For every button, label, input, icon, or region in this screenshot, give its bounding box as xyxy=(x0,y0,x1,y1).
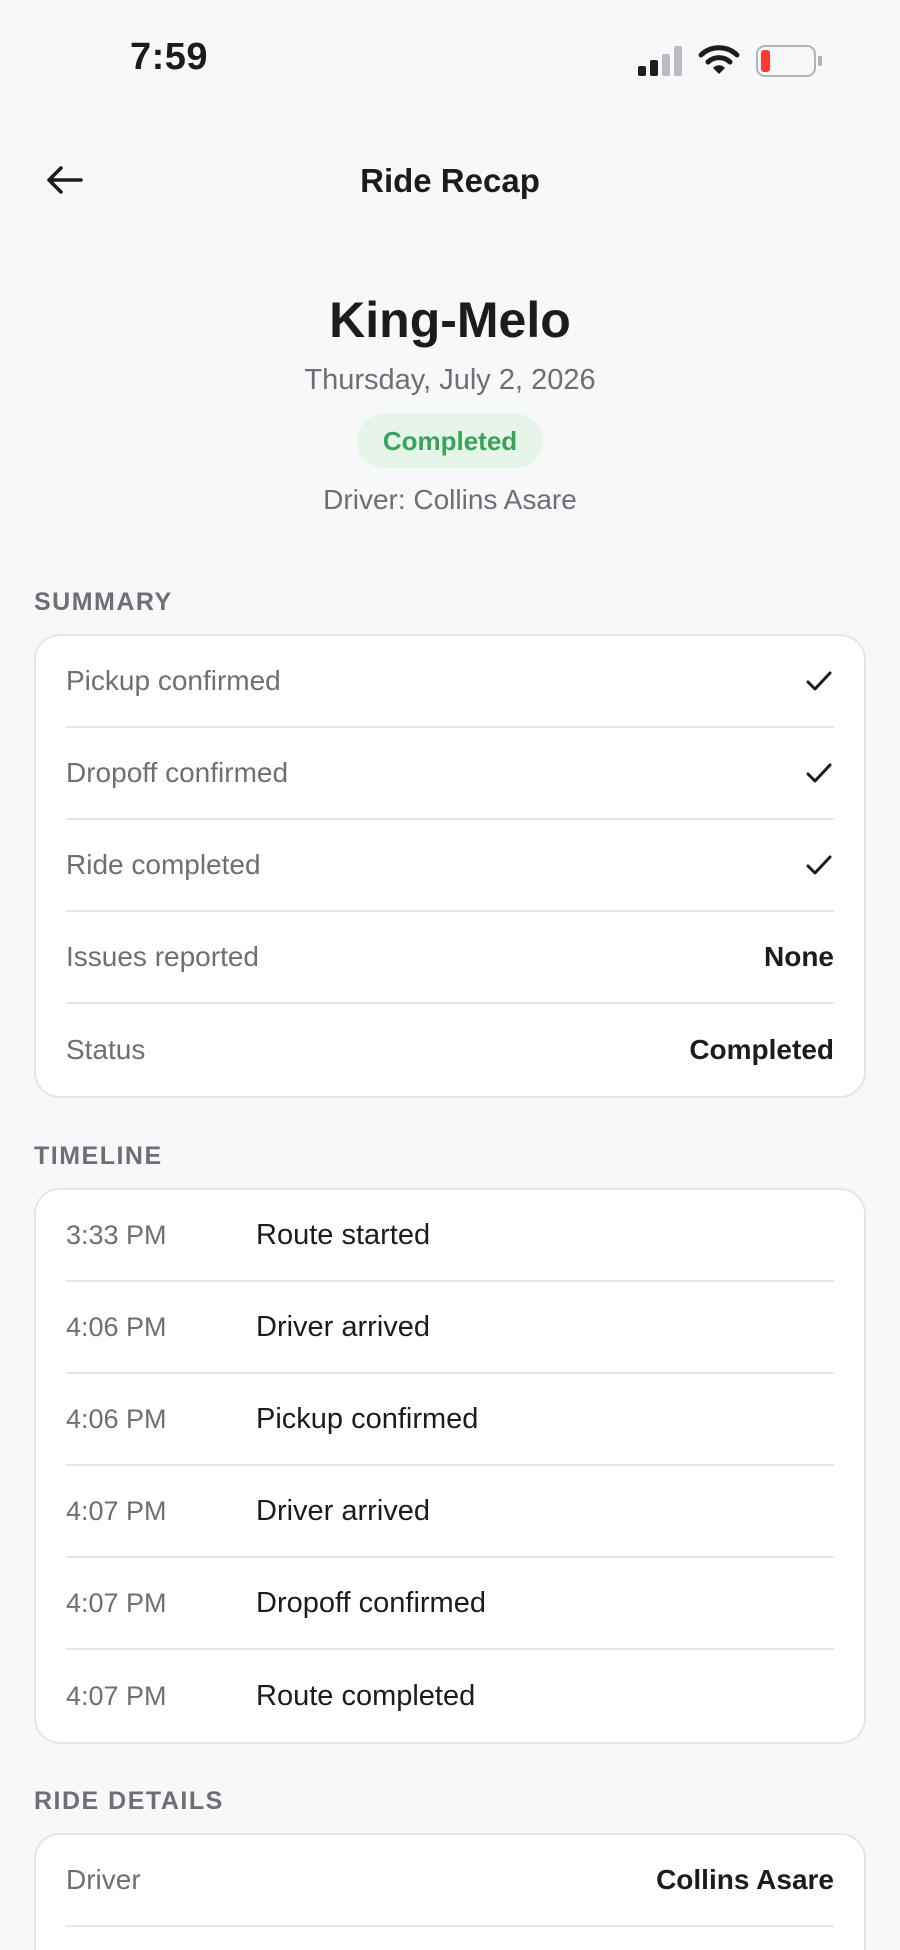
timeline-card: 3:33 PM Route started 4:06 PM Driver arr… xyxy=(34,1188,866,1744)
summary-row-label: Status xyxy=(66,1034,146,1065)
summary-row-label: Issues reported xyxy=(66,941,259,972)
summary-row: Ride completed xyxy=(66,820,834,912)
timeline-row: 3:33 PM Route started xyxy=(66,1190,834,1282)
ride-details-section-label: RIDE DETAILS xyxy=(34,1787,224,1815)
timeline-row: 4:07 PM Dropoff confirmed xyxy=(66,1558,834,1650)
timeline-time: 4:06 PM xyxy=(66,1403,167,1434)
checkmark-icon xyxy=(804,666,834,696)
summary-card: Pickup confirmed Dropoff confirmed Ride … xyxy=(34,634,866,1098)
timeline-time: 4:07 PM xyxy=(66,1495,167,1526)
timeline-row: 4:07 PM Driver arrived xyxy=(66,1466,834,1558)
timeline-event: Pickup confirmed xyxy=(256,1402,479,1435)
checkmark-icon xyxy=(804,850,834,880)
summary-row-label: Ride completed xyxy=(66,849,261,880)
ride-details-card: Driver Collins Asare xyxy=(34,1833,866,1950)
timeline-row: 4:07 PM Route completed xyxy=(66,1650,834,1742)
timeline-event: Route completed xyxy=(256,1679,476,1712)
driver-line: Driver: Collins Asare xyxy=(323,484,577,515)
nav-title: Ride Recap xyxy=(360,162,540,199)
summary-row: Status Completed xyxy=(66,1004,834,1096)
timeline-event: Dropoff confirmed xyxy=(256,1586,486,1619)
summary-row: Issues reported None xyxy=(66,912,834,1004)
summary-row-label: Pickup confirmed xyxy=(66,665,281,696)
ride-details-row-label: Driver xyxy=(66,1864,141,1895)
status-badge: Completed xyxy=(356,414,544,468)
timeline-time: 4:06 PM xyxy=(66,1311,167,1342)
summary-row: Pickup confirmed xyxy=(66,636,834,728)
timeline-row: 4:06 PM Pickup confirmed xyxy=(66,1374,834,1466)
ride-details-row: Driver Collins Asare xyxy=(66,1835,834,1927)
nav-bar: Ride Recap xyxy=(0,140,900,220)
timeline-event: Route started xyxy=(256,1218,431,1251)
summary-row-value: Completed xyxy=(689,1034,834,1065)
checkmark-icon xyxy=(804,758,834,788)
timeline-time: 3:33 PM xyxy=(66,1219,167,1250)
ride-header: King-Melo Thursday, July 2, 2026 Complet… xyxy=(0,290,900,518)
timeline-event: Driver arrived xyxy=(256,1310,431,1343)
timeline-event: Driver arrived xyxy=(256,1494,431,1527)
summary-row: Dropoff confirmed xyxy=(66,728,834,820)
status-time: 7:59 xyxy=(130,36,209,78)
ride-date: Thursday, July 2, 2026 xyxy=(304,364,596,396)
timeline-section-label: TIMELINE xyxy=(34,1142,163,1170)
status-bar: 7:59 xyxy=(0,0,900,110)
timeline-row: 4:06 PM Driver arrived xyxy=(66,1282,834,1374)
ride-title: King-Melo xyxy=(329,292,571,348)
battery-icon xyxy=(756,45,822,77)
summary-section-label: SUMMARY xyxy=(34,588,173,616)
wifi-icon xyxy=(698,43,740,77)
summary-row-label: Dropoff confirmed xyxy=(66,757,289,788)
cellular-signal-icon xyxy=(638,46,686,76)
summary-row-value: None xyxy=(764,941,834,972)
timeline-time: 4:07 PM xyxy=(66,1587,167,1618)
ride-details-row-value: Collins Asare xyxy=(656,1864,834,1895)
ride-recap-screen: 7:59 Ride Recap King-Melo Thursday, July… xyxy=(0,0,900,1950)
timeline-time: 4:07 PM xyxy=(66,1680,167,1711)
